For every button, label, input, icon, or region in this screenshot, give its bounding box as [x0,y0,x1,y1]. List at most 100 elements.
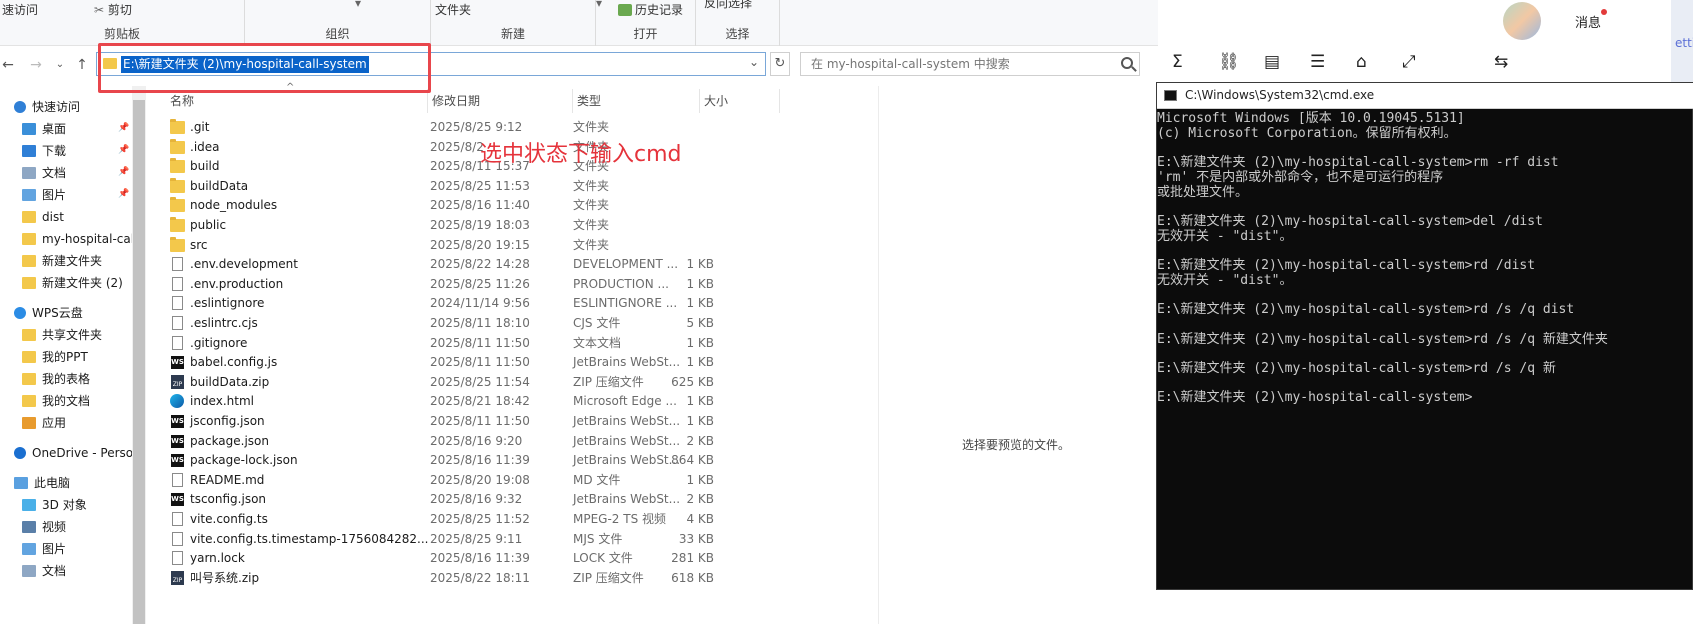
file-row[interactable]: .gitignore 2025/8/11 11:50 文本文档 1 KB [170,333,910,354]
column-header-size[interactable]: 大小 [700,89,780,113]
layout-icon[interactable]: ▤ [1264,52,1280,72]
history-icon [618,4,632,16]
file-row[interactable]: WS jsconfig.json 2025/8/11 11:50 JetBrains … [170,411,910,432]
folder-icon [170,138,185,154]
file-row[interactable]: WS package.json 2025/8/16 9:20 JetBrains We… [170,431,910,452]
file-date: 2025/8/20 19:15 [430,237,530,252]
sidebar-item[interactable]: 新建文件夹 (2) [22,272,123,294]
file-row[interactable]: src 2025/8/20 19:15 文件夹 [170,235,910,256]
sidebar-item[interactable]: 文档 [22,560,66,582]
navigation-pane: 快速访问 桌面 📌 下载 📌 文档 📌 图片 📌 dist my-hospital-cal 新建文件夹… [0,96,132,624]
sidebar-item[interactable]: 我的表格 [22,368,90,390]
inbox-icon[interactable]: ⌂ [1356,52,1367,72]
cmd-window[interactable]: C:\Windows\System32\cmd.exe Microsoft Wi… [1156,82,1693,590]
sidebar-item[interactable]: 文档 [22,162,66,184]
file-row[interactable]: vite.config.ts 2025/8/25 11:52 MPEG-2 TS 视… [170,509,910,530]
sidebar-item[interactable]: 我的文档 [22,390,90,412]
file-row[interactable]: index.html 2025/8/21 18:42 Microsoft Edge … [170,391,910,412]
sidebar-item-label: 共享文件夹 [42,328,103,342]
history-label: 历史记录 [635,3,684,17]
file-row[interactable]: .eslintignore 2024/11/14 9:56 ESLINTIGNORE… [170,293,910,314]
sidebar-item[interactable]: OneDrive - Perso [14,442,132,464]
sidebar-item[interactable]: 图片 [22,184,66,206]
new-folder-button[interactable]: 文件夹 [435,1,471,18]
sidebar-item[interactable]: 此电脑 [14,472,70,494]
back-arrow-icon[interactable]: ← [0,57,16,73]
sidebar-item[interactable]: 3D 对象 [22,494,87,516]
pin-icon[interactable]: 📌 [118,189,129,199]
sidebar-item[interactable]: WPS云盘 [14,302,83,324]
column-header-name[interactable]: 名称 [166,89,428,113]
sidebar-scrollbar-thumb[interactable] [133,100,145,624]
console-line: 'rm' 不是内部或外部命令，也不是可运行的程序 [1157,169,1444,185]
search-icon[interactable] [1121,57,1133,69]
history-button[interactable]: 历史记录 [618,1,683,18]
file-size: 625 KB [671,374,714,389]
sidebar-item[interactable]: 快速访问 [14,96,80,118]
file-row[interactable]: README.md 2025/8/20 19:08 MD 文件 1 KB [170,470,910,491]
list-icon[interactable]: ☰ [1310,52,1325,72]
sidebar-item[interactable]: dist [22,206,64,228]
file-row[interactable]: WS babel.config.js 2025/8/11 11:50 JetBrain… [170,352,910,373]
sum-icon[interactable]: Σ [1172,52,1183,72]
file-row[interactable]: buildData 2025/8/25 11:53 文件夹 [170,176,910,197]
ribbon: 速访问 ✂ 剪切 剪贴板 ▾ 组织 文件夹 新建 ▾ 历史记录 打开 反向选择 … [0,0,1158,46]
cmd-console[interactable]: Microsoft Windows [版本 10.0.19045.5131] (c… [1157,111,1693,589]
address-path[interactable]: E:\新建文件夹 (2)\my-hospital-call-system [121,56,369,73]
folder-icon [22,373,36,385]
file-name: src [190,237,208,252]
swap-icon[interactable]: ⇆ [1494,52,1508,72]
expand-icon[interactable]: ⤢ [1402,52,1416,72]
file-size: 5 KB [686,316,714,330]
sidebar-item[interactable]: 视频 [22,516,66,538]
pin-icon[interactable]: 📌 [118,123,129,133]
open-dropdown-icon[interactable]: ▾ [596,0,602,10]
column-header-type[interactable]: 类型 [573,89,700,113]
file-row[interactable]: vite.config.ts.timestamp-1756084282... 20… [170,529,910,550]
side-panel-text[interactable]: etti [1675,36,1693,50]
pin-icon[interactable]: 📌 [118,167,129,177]
messages-label[interactable]: 消息 [1575,12,1601,31]
folder-icon [22,255,36,267]
download-icon [22,145,36,157]
sidebar-item[interactable]: 共享文件夹 [22,324,102,346]
column-header-date[interactable]: 修改日期 [428,89,573,113]
forward-arrow-icon[interactable]: → [28,57,44,73]
sidebar-item[interactable]: my-hospital-cal [22,228,132,250]
file-row[interactable]: node_modules 2025/8/16 11:40 文件夹 [170,195,910,216]
cmd-titlebar[interactable]: C:\Windows\System32\cmd.exe [1157,83,1693,109]
file-row[interactable]: WS package-lock.json 2025/8/16 11:39 JetBra… [170,450,910,471]
recent-dropdown-icon[interactable]: ⌄ [52,57,68,73]
file-row[interactable]: .eslintrc.cjs 2025/8/11 18:10 CJS 文件 5 KB [170,313,910,334]
file-row[interactable]: .git 2025/8/25 9:12 文件夹 [170,117,910,138]
refresh-icon[interactable]: ↻ [770,52,790,76]
up-arrow-icon[interactable]: ↑ [74,57,90,73]
annotation-text: 选中状态下输入cmd [480,142,682,167]
file-row[interactable]: public 2025/8/19 18:03 文件夹 [170,215,910,236]
file-size: 1 KB [686,472,714,487]
file-row[interactable]: .env.production 2025/8/25 11:26 PRODUCTION… [170,274,910,295]
pin-icon[interactable]: 📌 [118,145,129,155]
sidebar-item[interactable]: 下载 [22,140,66,162]
sidebar-item[interactable]: 桌面 [22,118,66,140]
sidebar-item[interactable]: 我的PPT [22,346,88,368]
sidebar-item[interactable]: 图片 [22,538,66,560]
link-icon[interactable]: ⛓ [1218,52,1240,72]
file-row[interactable]: WS tsconfig.json 2025/8/16 9:32 JetBrains W… [170,489,910,510]
file-row[interactable]: ZIP 叫号系统.zip 2025/8/22 18:11 ZIP 压缩文件 618 KB [170,568,910,589]
avatar[interactable] [1503,2,1541,40]
chevron-down-icon[interactable]: ⌄ [749,55,759,69]
sidebar-item-label: 3D 对象 [42,498,87,512]
search-box[interactable] [800,52,1140,76]
file-row[interactable]: yarn.lock 2025/8/16 11:39 LOCK 文件 281 KB [170,548,910,569]
file-row[interactable]: .env.development 2025/8/22 14:28 DEVELOPME… [170,254,910,275]
reverse-select-button[interactable]: 反向选择 [704,0,752,11]
file-row[interactable]: ZIP buildData.zip 2025/8/25 11:54 ZIP 压缩文件 6… [170,372,910,393]
cut-button[interactable]: ✂ 剪切 [94,1,132,18]
sidebar-item[interactable]: 新建文件夹 [22,250,102,272]
organize-dropdown-icon[interactable]: ▾ [355,0,361,10]
sidebar-item[interactable]: 应用 [22,412,66,434]
search-input[interactable] [809,56,1109,72]
sort-up-icon: ^ [286,82,295,93]
address-bar[interactable]: E:\新建文件夹 (2)\my-hospital-call-system ⌄ [96,52,766,76]
